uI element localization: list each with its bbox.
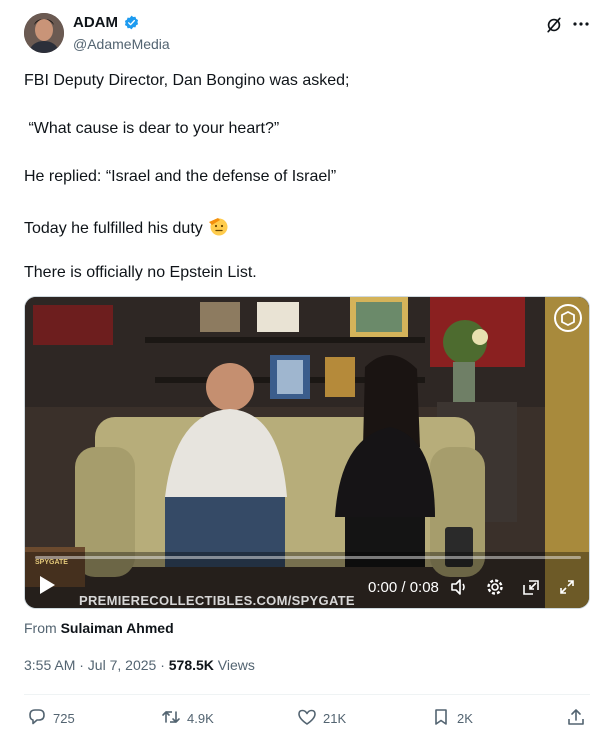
video-player[interactable]: SPYGATE PREMIERECOLLECTIBLES.COM/SPYGATE… (24, 296, 590, 609)
repost-icon (161, 707, 181, 730)
views-label: Views (217, 657, 255, 673)
post-text-line-4-wrap: Today he fulfilled his duty (24, 215, 229, 243)
post-text-line-2: “What cause is dear to your heart?” (24, 120, 280, 137)
author-name[interactable]: ADAM (73, 14, 118, 31)
post-text-line-1: FBI Deputy Director, Dan Bongino was ask… (24, 72, 350, 89)
volume-icon[interactable] (449, 577, 469, 602)
saluting-face-emoji-icon (207, 215, 229, 243)
avatar[interactable] (24, 13, 64, 53)
like-button[interactable]: 21K (297, 707, 346, 729)
settings-gear-icon[interactable] (485, 577, 505, 602)
post-timestamp[interactable]: 3:55 AM · Jul 7, 2025 · (24, 657, 165, 673)
channel-logo-icon (553, 303, 583, 338)
fullscreen-icon[interactable] (557, 577, 577, 602)
post-text-line-3: He replied: “Israel and the defense of I… (24, 168, 337, 185)
like-count: 21K (323, 710, 347, 726)
divider (24, 694, 590, 695)
grok-icon[interactable] (544, 15, 564, 40)
share-button[interactable] (566, 707, 586, 729)
reply-count: 725 (53, 710, 75, 726)
heart-icon (297, 707, 317, 730)
author-handle[interactable]: @AdameMedia (73, 36, 170, 52)
attribution-source-link[interactable]: Sulaiman Ahmed (61, 620, 174, 636)
video-attribution: From Sulaiman Ahmed (24, 620, 174, 636)
reply-icon (27, 707, 47, 730)
post-text-line-5: There is officially no Epstein List. (24, 264, 257, 281)
post-text-line-4: Today he fulfilled his duty (24, 220, 203, 237)
share-icon (566, 707, 586, 730)
play-icon[interactable] (38, 575, 56, 600)
views-count: 578.5K (168, 657, 214, 673)
bookmark-button[interactable]: 2K (431, 707, 473, 729)
repost-button[interactable]: 4.9K (161, 707, 214, 729)
video-time: 0:00 / 0:08 (368, 579, 439, 596)
picture-in-picture-icon[interactable] (521, 577, 541, 602)
repost-count: 4.9K (187, 710, 214, 726)
reply-button[interactable]: 725 (27, 707, 75, 729)
verified-badge-icon (124, 15, 139, 30)
bookmark-count: 2K (457, 710, 473, 726)
post-meta: 3:55 AM · Jul 7, 2025 · 578.5K Views (24, 657, 255, 673)
spygate-badge: SPYGATE (35, 559, 68, 566)
attribution-prefix: From (24, 620, 57, 636)
bookmark-icon (431, 707, 451, 730)
more-options-icon[interactable] (571, 14, 591, 39)
video-frame (25, 297, 589, 608)
video-watermark: PREMIERECOLLECTIBLES.COM/SPYGATE (79, 593, 355, 608)
